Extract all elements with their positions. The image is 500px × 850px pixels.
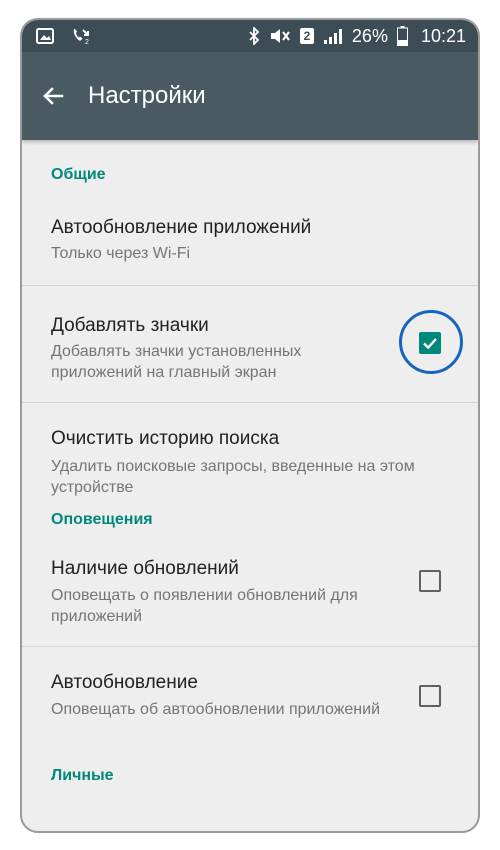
pref-title: Очистить историю поиска [51, 428, 280, 449]
pref-title: Наличие обновлений [51, 558, 239, 579]
signal-icon [323, 27, 343, 45]
section-header-general: Общие [51, 166, 106, 183]
back-button[interactable] [36, 79, 70, 113]
pref-auto-update-notice[interactable]: Автообновление Оповещать об автообновлен… [22, 647, 478, 763]
pref-title: Автообновление [51, 672, 198, 693]
app-bar: Настройки [22, 52, 478, 140]
pref-updates-available[interactable]: Наличие обновлений Оповещать о появлении… [22, 533, 478, 647]
svg-text:2: 2 [85, 39, 89, 45]
add-icons-checkbox[interactable] [419, 332, 441, 354]
pref-summary: Оповещать о появлении обновлений для при… [51, 587, 358, 625]
vibrate-mute-icon [269, 27, 291, 45]
checkmark-icon [423, 338, 437, 350]
pref-summary: Добавлять значки установленных приложени… [51, 343, 302, 381]
updates-available-checkbox[interactable] [419, 570, 441, 592]
section-header-notifications: Оповещения [51, 511, 153, 528]
page-title: Настройки [88, 82, 206, 109]
pref-summary: Оповещать об автообновлении приложений [51, 701, 381, 718]
settings-list: Общие Автообновление приложений Только ч… [22, 140, 478, 789]
pref-add-icons[interactable]: Добавлять значки Добавлять значки устано… [22, 286, 478, 403]
pref-title: Автообновление приложений [51, 217, 312, 238]
missed-call-icon: 2 [70, 27, 92, 45]
auto-update-notice-checkbox[interactable] [419, 685, 441, 707]
gallery-notification-icon [36, 28, 54, 44]
arrow-back-icon [43, 87, 64, 105]
pref-clear-search-history[interactable]: Очистить историю поиска Удалить поисковы… [22, 403, 478, 511]
clock: 10:21 [420, 25, 466, 46]
bluetooth-icon [248, 27, 260, 45]
phone-frame: 2 2 26% 10:21 Настройки Общие Автообновл… [20, 18, 480, 833]
battery-percentage: 26% [351, 25, 388, 46]
pref-auto-update-apps[interactable]: Автообновление приложений Только через W… [22, 188, 478, 286]
pref-summary: Удалить поисковые запросы, введенные на … [51, 458, 415, 496]
battery-icon [396, 26, 408, 46]
status-bar: 2 2 26% 10:21 [22, 20, 478, 52]
section-header-personal: Личные [51, 767, 114, 784]
pref-summary: Только через Wi-Fi [51, 245, 191, 262]
sim-slot-badge: 2 [299, 28, 314, 44]
